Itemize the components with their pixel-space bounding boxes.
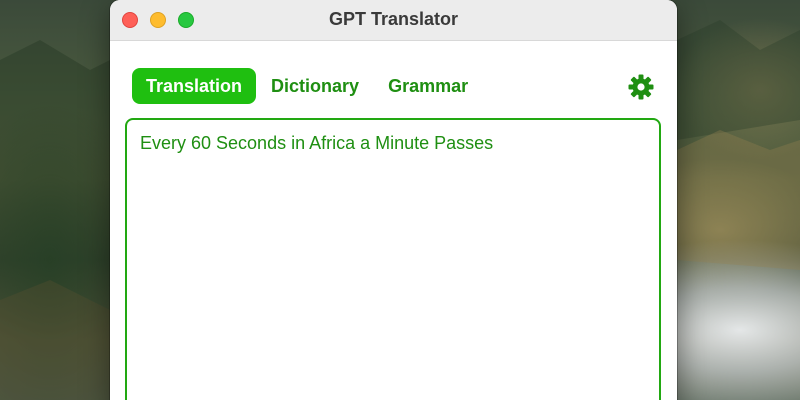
tab-translation[interactable]: Translation bbox=[132, 68, 257, 104]
gear-icon bbox=[628, 74, 654, 100]
app-window: GPT Translator Translation Dictionary Gr… bbox=[110, 0, 677, 400]
settings-button[interactable] bbox=[627, 73, 655, 101]
mode-tabs: Translation Dictionary Grammar bbox=[132, 68, 483, 104]
window-title: GPT Translator bbox=[328, 9, 459, 29]
translation-text: Every 60 Seconds in Africa a Minute Pass… bbox=[140, 133, 494, 153]
tab-dictionary[interactable]: Dictionary bbox=[257, 68, 373, 104]
translation-text-area[interactable]: Every 60 Seconds in Africa a Minute Pass… bbox=[125, 118, 661, 400]
tab-grammar[interactable]: Grammar bbox=[374, 68, 482, 104]
title-bar[interactable]: GPT Translator bbox=[110, 0, 677, 41]
